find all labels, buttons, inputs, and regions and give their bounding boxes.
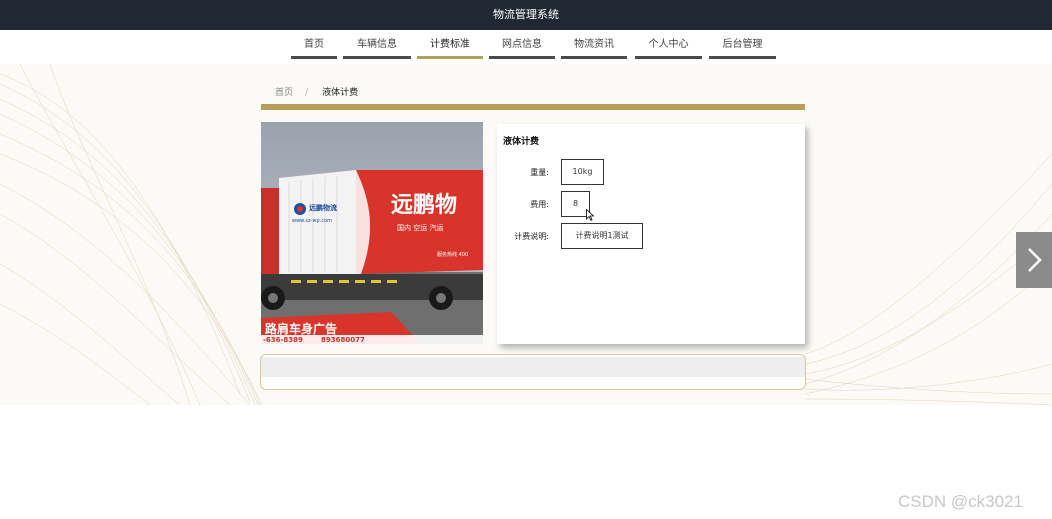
chevron-right-icon (1028, 248, 1042, 272)
nav-item-label: 首页 (304, 39, 324, 50)
nav-item-home[interactable]: 首页 (291, 30, 337, 64)
pricing-detail-card: 液体计费 重量: 10kg 费用: 8 计费说明: 计费说明1测试 (497, 124, 805, 344)
breadcrumb-separator: / (305, 88, 309, 98)
detail-title: 液体计费 (503, 137, 540, 147)
weight-value: 10kg (561, 159, 604, 185)
section-divider (261, 104, 805, 110)
nav-item-underline (417, 56, 483, 59)
app-title: 物流管理系统 (493, 8, 559, 21)
website-text: www.sz-wp.com (292, 218, 332, 224)
breadcrumb: 首页 / 液体计费 (275, 85, 358, 99)
nav-item-vehicles[interactable]: 车辆信息 (343, 30, 411, 64)
ad-text: 路肩车身广告 (265, 321, 337, 336)
nav-item-underline (561, 56, 627, 59)
product-image: 远鹏物流 www.sz-wp.com 远鹏物 国内 空运 汽运 服务热线 400… (261, 122, 483, 344)
nav-item-label: 后台管理 (722, 39, 763, 50)
fee-label: 费用: (530, 200, 549, 209)
brand-text: 远鹏物 (391, 192, 457, 218)
pricing-note-label: 计费说明: (514, 232, 549, 241)
breadcrumb-current: 液体计费 (322, 88, 359, 98)
nav-item-label: 网点信息 (502, 39, 542, 50)
nav-item-underline (291, 56, 337, 59)
nav-item-profile[interactable]: 个人中心 (635, 30, 702, 64)
phone-right-text: 893680077 (321, 336, 365, 344)
main-nav: 首页 车辆信息 计费标准 网点信息 物流资讯 个人中心 后台管理 (0, 30, 1052, 64)
weight-label: 重量: (530, 168, 549, 177)
phone-left-text: -636-8389 (263, 336, 303, 344)
nav-item-news[interactable]: 物流资讯 (561, 30, 627, 64)
pricing-note-value: 计费说明1测试 (561, 223, 643, 249)
nav-item-pricing[interactable]: 计费标准 (417, 30, 483, 64)
mouse-pointer-icon (586, 209, 594, 221)
nav-item-underline (489, 56, 555, 59)
comment-section (260, 354, 806, 390)
next-page-button[interactable] (1016, 232, 1052, 288)
nav-item-label: 物流资讯 (574, 39, 614, 50)
truck-illustration: 远鹏物流 www.sz-wp.com 远鹏物 国内 空运 汽运 服务热线 400… (261, 122, 483, 344)
breadcrumb-home-link[interactable]: 首页 (275, 88, 293, 98)
nav-item-label: 计费标准 (430, 39, 470, 50)
svg-text:远鹏物流: 远鹏物流 (309, 203, 337, 212)
nav-item-label: 个人中心 (648, 39, 689, 50)
svg-text:服务热线 400: 服务热线 400 (437, 251, 468, 258)
nav-item-underline (635, 56, 702, 59)
nav-item-outlets[interactable]: 网点信息 (489, 30, 555, 64)
app-header: 物流管理系统 (0, 0, 1052, 30)
nav-item-underline (343, 56, 411, 59)
nav-item-underline (709, 56, 776, 59)
nav-item-admin[interactable]: 后台管理 (709, 30, 776, 64)
nav-item-label: 车辆信息 (357, 39, 397, 50)
watermark: CSDN @ck3021 (898, 492, 1023, 511)
comment-section-bar (261, 357, 805, 377)
services-text: 国内 空运 汽运 (397, 223, 443, 232)
